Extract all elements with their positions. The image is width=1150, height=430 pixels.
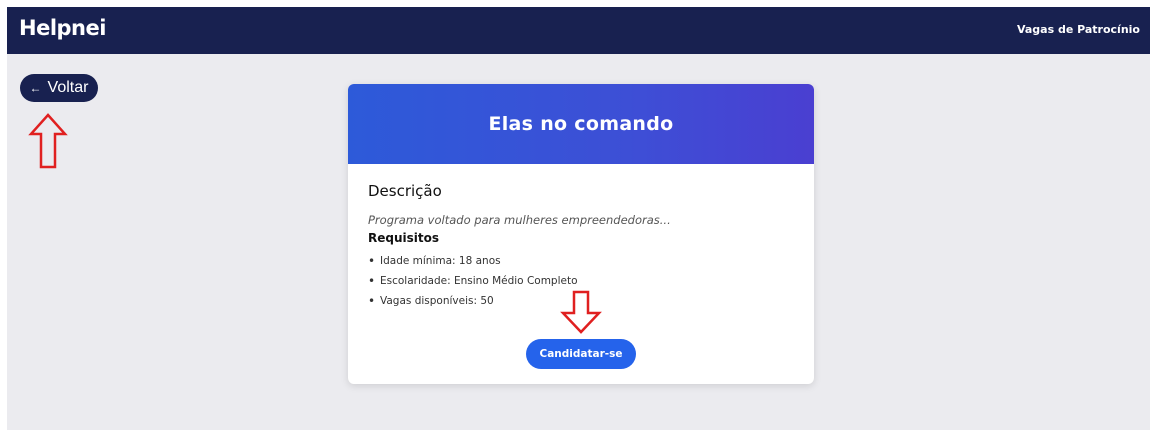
card-header: Elas no comando (348, 84, 814, 164)
top-navbar: Helpnei Vagas de Patrocínio (7, 7, 1150, 54)
list-item: Idade mínima: 18 anos (368, 251, 578, 271)
description-text: Programa voltado para mulheres empreende… (368, 213, 671, 227)
requirements-list: Idade mínima: 18 anos Escolaridade: Ensi… (368, 251, 578, 311)
apply-button[interactable]: Candidatar-se (526, 339, 636, 369)
card-title: Elas no comando (488, 113, 674, 135)
logo[interactable]: Helpnei (19, 16, 106, 40)
description-heading: Descrição (368, 182, 442, 200)
requirements-heading: Requisitos (368, 231, 440, 245)
up-arrow-annotation-icon (28, 113, 68, 169)
arrow-left-icon: ← (29, 81, 42, 95)
down-arrow-annotation-icon (560, 290, 602, 334)
list-item: Escolaridade: Ensino Médio Completo (368, 271, 578, 291)
list-item: Vagas disponíveis: 50 (368, 291, 578, 311)
page-background: Helpnei Vagas de Patrocínio ← Voltar Ela… (7, 7, 1150, 430)
back-button[interactable]: ← Voltar (20, 74, 98, 102)
nav-link-sponsorship-jobs[interactable]: Vagas de Patrocínio (1017, 23, 1140, 36)
sponsorship-card: Elas no comando Descrição Programa volta… (348, 84, 814, 384)
back-button-label: Voltar (47, 79, 89, 96)
